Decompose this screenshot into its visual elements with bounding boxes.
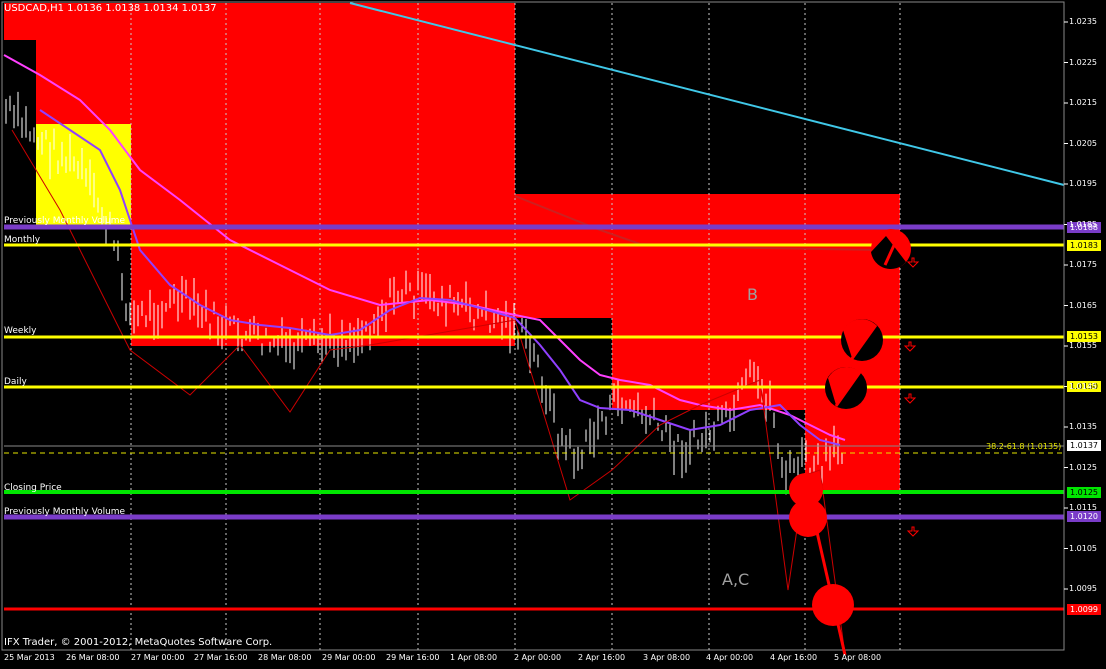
y-tick-label: 1.0095 bbox=[1069, 584, 1097, 593]
price-chart[interactable] bbox=[0, 0, 1106, 669]
price-tag-closing: 1.0125 bbox=[1067, 487, 1101, 498]
x-tick-label: 26 Mar 08:00 bbox=[66, 653, 120, 662]
label-prev-monthly-bottom: Previously Monthly Volume bbox=[4, 507, 126, 517]
label-monthly: Monthly bbox=[4, 235, 41, 245]
x-tick-label: 4 Apr 16:00 bbox=[770, 653, 818, 662]
x-tick-label: 3 Apr 08:00 bbox=[643, 653, 691, 662]
y-tick-label: 1.0125 bbox=[1069, 462, 1097, 472]
price-tag-monthly: 1.0183 bbox=[1067, 240, 1101, 251]
x-tick-label: 4 Apr 00:00 bbox=[706, 653, 754, 662]
zone-black-4 bbox=[515, 3, 900, 194]
fib-label: 38.2-61.8 (1.0135) bbox=[986, 442, 1062, 451]
y-tick-label: 1.0195 bbox=[1069, 179, 1097, 188]
annotation-b: B bbox=[747, 285, 758, 304]
x-tick-label: 28 Mar 08:00 bbox=[258, 653, 312, 662]
y-axis-ticks bbox=[1064, 21, 1068, 590]
y-tick-label: 1.0105 bbox=[1069, 543, 1097, 553]
x-tick-label: 1 Apr 08:00 bbox=[450, 653, 498, 662]
y-tick-label: 1.0165 bbox=[1069, 300, 1097, 310]
zone-black-1 bbox=[4, 40, 36, 230]
annotation-ac: A,C bbox=[722, 570, 750, 589]
x-tick-label: 25 Mar 2013 bbox=[4, 653, 55, 662]
label-prev-monthly-top: Previously Monthly Volume bbox=[4, 216, 126, 226]
x-tick-label: 2 Apr 16:00 bbox=[578, 653, 626, 662]
x-tick-label: 29 Mar 00:00 bbox=[322, 653, 376, 662]
y-tick-label: 1.0205 bbox=[1069, 138, 1097, 148]
label-closing-price: Closing Price bbox=[4, 483, 62, 493]
y-tick-label: 1.0175 bbox=[1069, 260, 1097, 269]
zone-red-3 bbox=[515, 194, 900, 318]
x-tick-label: 27 Mar 16:00 bbox=[194, 653, 248, 662]
x-tick-label: 2 Apr 00:00 bbox=[514, 653, 562, 662]
y-tick-label: 1.0155 bbox=[1069, 341, 1097, 350]
y-tick-label: 1.0115 bbox=[1069, 503, 1097, 512]
x-tick-label: 5 Apr 08:00 bbox=[834, 653, 882, 662]
x-tick-label: 27 Mar 00:00 bbox=[131, 653, 185, 662]
y-tick-label: 1.0135 bbox=[1069, 422, 1097, 431]
copyright: IFX Trader, © 2001-2012, MetaQuotes Soft… bbox=[4, 637, 273, 648]
chart-title: USDCAD,H1 1.0136 1.0138 1.0134 1.0137 bbox=[4, 3, 217, 14]
y-tick-label: 1.0185 bbox=[1069, 219, 1097, 229]
y-tick-label: 1.0235 bbox=[1069, 17, 1097, 26]
price-tag-red: 1.0099 bbox=[1067, 604, 1101, 615]
price-tag-prev-monthly-bottom: 1.0120 bbox=[1067, 511, 1101, 522]
y-tick-label: 1.0215 bbox=[1069, 98, 1097, 107]
x-tick-label: 29 Mar 16:00 bbox=[386, 653, 440, 662]
price-tag-current: 1.0137 bbox=[1067, 440, 1101, 451]
label-weekly: Weekly bbox=[4, 326, 37, 336]
y-tick-label: 1.0145 bbox=[1069, 381, 1097, 391]
y-tick-label: 1.0225 bbox=[1069, 57, 1097, 67]
label-daily: Daily bbox=[4, 377, 27, 387]
